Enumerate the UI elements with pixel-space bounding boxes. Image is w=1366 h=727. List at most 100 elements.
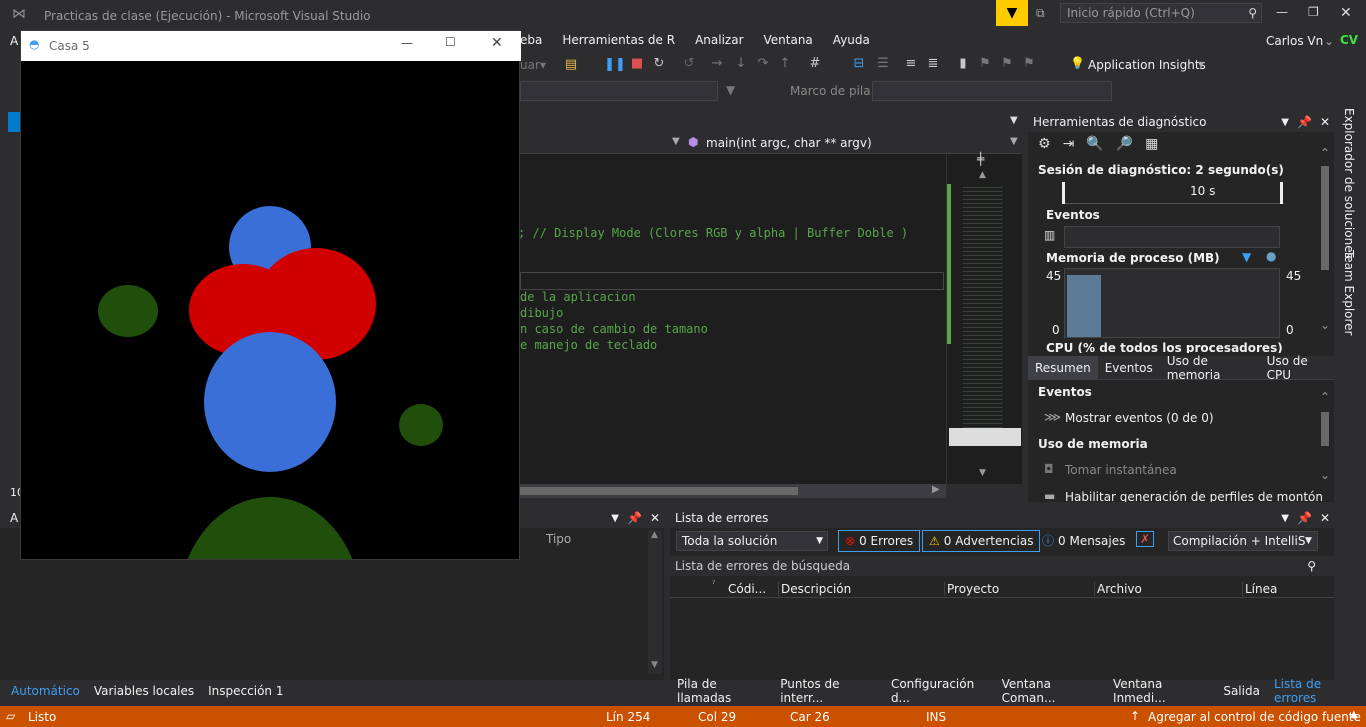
col-descripcion[interactable]: Descripción xyxy=(778,582,851,596)
clear-filter-icon[interactable]: ✗ xyxy=(1136,531,1155,547)
menu-analizar[interactable]: Analizar xyxy=(695,33,743,47)
zoom-out-icon[interactable]: 🔎 xyxy=(1116,136,1133,152)
minimap[interactable]: ╪ ▲ ▼ xyxy=(946,152,1022,484)
feedback-icon[interactable]: ⧉ xyxy=(1036,6,1045,21)
outdent-icon[interactable]: ≣ xyxy=(922,56,944,71)
side-tab-solution-explorer[interactable]: Explorador de soluciones xyxy=(1340,108,1358,259)
heap-profiling-checkbox[interactable]: Habilitar generación de perfiles de mont… xyxy=(1065,490,1325,502)
zoom-in-icon[interactable]: 🔍 xyxy=(1086,136,1103,152)
function-dropdown-icon[interactable]: ▼ xyxy=(1010,136,1018,147)
app-insights-button[interactable]: Application Insights xyxy=(1088,58,1206,72)
minimap-up-icon[interactable]: ▲ xyxy=(979,170,986,180)
warnings-filter-button[interactable]: ⚠ 0 Advertencias xyxy=(922,530,1041,552)
scroll-down-icon[interactable]: ▼ xyxy=(651,660,658,670)
stop-icon[interactable]: ■ xyxy=(626,56,648,71)
menu-ayuda[interactable]: Ayuda xyxy=(833,33,870,47)
split-icon[interactable]: ╪ xyxy=(977,152,984,166)
minimap-down-icon[interactable]: ▼ xyxy=(979,468,986,478)
avatar[interactable]: CV xyxy=(1340,33,1358,47)
hscroll-thumb[interactable] xyxy=(520,487,798,495)
tab-resumen[interactable]: Resumen xyxy=(1028,355,1098,380)
messages-filter-button[interactable]: ⓘ 0 Mensajes xyxy=(1042,532,1125,549)
list-icon[interactable]: ☰ xyxy=(872,56,894,71)
process-icon[interactable]: ▤ xyxy=(560,57,582,72)
user-dropdown-icon[interactable]: ⌄ xyxy=(1324,34,1334,48)
tab-overflow-icon[interactable]: ▼ xyxy=(1010,115,1018,126)
tab-ventana-inmediato[interactable]: Ventana Inmedi... xyxy=(1106,677,1216,705)
bookmark-next-icon[interactable]: ⚑ xyxy=(996,56,1018,71)
step-up-icon[interactable]: ↑ xyxy=(774,56,796,71)
error-search[interactable]: Lista de errores de búsqueda ⚲ xyxy=(670,556,1334,576)
editor-hscroll[interactable]: ▶ xyxy=(520,484,946,498)
timeline-end-marker[interactable] xyxy=(1280,182,1283,204)
tab-salida[interactable]: Salida xyxy=(1216,684,1267,698)
tab-eventos[interactable]: Eventos xyxy=(1098,361,1160,375)
tab-uso-cpu[interactable]: Uso de CPU xyxy=(1260,354,1334,382)
source-control-button[interactable]: Agregar al control de código fuente xyxy=(1148,710,1361,724)
notification-flag-icon[interactable]: ▼ xyxy=(996,0,1028,26)
menu-prueba[interactable]: eba xyxy=(520,33,542,47)
bookmark-clear-icon[interactable]: ⚑ xyxy=(1018,56,1040,71)
report-icon[interactable]: ▦ xyxy=(1145,136,1158,152)
function-dropdown[interactable]: main(int argc, char ** argv) xyxy=(706,136,872,150)
scroll-down-icon[interactable]: ⌄ xyxy=(1320,468,1330,482)
quick-launch-box[interactable]: Inicio rápido (Ctrl+Q) ⚲ xyxy=(1060,3,1262,23)
thread-dropdown[interactable] xyxy=(520,81,718,101)
col-proyecto[interactable]: Proyecto xyxy=(944,582,999,596)
panel-dropdown-icon[interactable]: ▼ xyxy=(611,513,619,524)
filter-icon[interactable]: ▼ xyxy=(726,83,735,97)
errors-filter-button[interactable]: ⊗ 0 Errores xyxy=(838,530,921,552)
show-next-icon[interactable]: ↺ xyxy=(678,56,700,71)
col-codigo[interactable]: Códi... xyxy=(728,582,766,596)
panel-close-icon[interactable]: ✕ xyxy=(1320,511,1330,525)
scroll-up-icon[interactable]: ⌃ xyxy=(1320,390,1330,404)
minimize-icon[interactable]: — xyxy=(1276,5,1288,19)
bookmark-icon[interactable]: ▮ xyxy=(952,56,974,71)
side-tab-team-explorer[interactable]: Team Explorer xyxy=(1340,250,1358,336)
timeline[interactable]: 10 s xyxy=(1062,182,1284,204)
col-sort-icon[interactable]: ˀ xyxy=(712,580,715,590)
casa-maximize-icon[interactable]: ☐ xyxy=(445,35,456,49)
cpu-section[interactable]: CPU (% de todos los procesadores) xyxy=(1046,341,1283,353)
dropdown-arrow-icon[interactable]: ▾ xyxy=(540,58,546,72)
pin-icon[interactable]: 📌 xyxy=(1297,115,1312,129)
hex-icon[interactable]: # xyxy=(804,56,826,71)
autos-col-type[interactable]: Tipo xyxy=(546,532,571,546)
error-search-input[interactable]: Lista de errores de búsqueda xyxy=(675,559,850,573)
tab-ventana-comandos[interactable]: Ventana Coman... xyxy=(995,677,1106,705)
scroll-down-icon[interactable]: ⌄ xyxy=(1320,318,1330,332)
panel-dropdown-icon[interactable]: ▼ xyxy=(1281,117,1289,128)
pin-icon[interactable]: 📌 xyxy=(627,511,642,525)
tab-configuracion[interactable]: Configuración d... xyxy=(884,677,995,705)
step-over-icon[interactable]: → xyxy=(706,56,728,71)
tab-variables-locales[interactable]: Variables locales xyxy=(87,684,201,698)
quick-launch-input[interactable]: Inicio rápido (Ctrl+Q) xyxy=(1067,6,1195,20)
summary-vscroll[interactable]: ⌃ ⌄ xyxy=(1318,390,1332,486)
tab-uso-memoria[interactable]: Uso de memoria xyxy=(1160,354,1260,382)
scroll-up-icon[interactable]: ⌃ xyxy=(1320,146,1330,160)
scroll-thumb[interactable] xyxy=(1321,166,1329,270)
show-events-link[interactable]: Mostrar eventos (0 de 0) xyxy=(1065,411,1214,425)
export-icon[interactable]: ⇥ xyxy=(1063,136,1075,152)
stack-frame-dropdown[interactable] xyxy=(872,81,1112,101)
panel-dropdown-icon[interactable]: ▼ xyxy=(1281,513,1289,524)
source-control-up-icon[interactable]: ▲ xyxy=(1350,709,1358,720)
menu-herramientas-r[interactable]: Herramientas de R xyxy=(562,33,675,47)
bookmark-prev-icon[interactable]: ⚑ xyxy=(974,56,996,71)
menu-ventana[interactable]: Ventana xyxy=(764,33,813,47)
threads-icon[interactable]: ⊟ xyxy=(848,56,870,71)
continue-label[interactable]: uar xyxy=(520,58,540,72)
build-filter-select[interactable]: Compilación + IntelliSen ▼ xyxy=(1168,531,1318,551)
diagnostics-vscroll[interactable]: ⌃ ⌄ xyxy=(1318,146,1332,336)
casa-close-icon[interactable]: ✕ xyxy=(491,35,503,51)
pause-icon[interactable]: ❚❚ xyxy=(604,57,626,72)
casa-minimize-icon[interactable]: — xyxy=(401,36,413,50)
restart-icon[interactable]: ↻ xyxy=(648,56,670,71)
user-name[interactable]: Carlos Vn xyxy=(1266,34,1323,48)
scroll-thumb[interactable] xyxy=(1321,412,1329,446)
code-editor[interactable]: ; // Display Mode (Clores RGB y alpha | … xyxy=(520,154,946,484)
pause-events-icon[interactable]: ▥ xyxy=(1044,228,1055,242)
restore-icon[interactable]: ❐ xyxy=(1308,5,1319,19)
memory-section[interactable]: Memoria de proceso (MB) xyxy=(1046,251,1220,265)
panel-close-icon[interactable]: ✕ xyxy=(1320,115,1330,129)
